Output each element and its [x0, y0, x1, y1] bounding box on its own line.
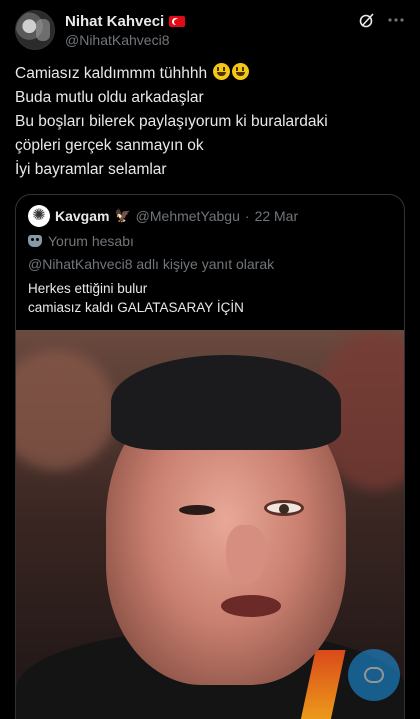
- author-handle[interactable]: @NihatKahveci8: [65, 32, 170, 48]
- quoted-separator: ·: [244, 208, 250, 224]
- quoted-label-text: Yorum hesabı: [48, 233, 134, 249]
- tweet-line-1: Camiasız kaldımmm tühhhh: [15, 65, 208, 82]
- mask-icon: [28, 235, 42, 247]
- quoted-date[interactable]: 22 Mar: [255, 208, 299, 224]
- grok-icon[interactable]: [359, 12, 375, 28]
- quoted-account-label: Yorum hesabı: [28, 233, 134, 249]
- compose-reply-button[interactable]: [348, 649, 400, 701]
- tweet-header: Nihat Kahveci @NihatKahveci8: [15, 10, 405, 54]
- photo-eye: [264, 500, 304, 516]
- quoted-reply-context[interactable]: @NihatKahveci8 adlı kişiye yanıt olarak: [28, 256, 274, 272]
- chat-bubble-icon: [364, 667, 384, 683]
- eagle-icon: 🦅: [114, 208, 131, 223]
- turkey-flag-icon: [169, 16, 186, 27]
- quoted-display-name[interactable]: Kavgam: [55, 208, 109, 224]
- quoted-text-line-1: Herkes ettiğini bulur: [28, 281, 148, 296]
- photo-background: [16, 350, 116, 470]
- photo-hair: [111, 355, 341, 450]
- tweet-line-4: çöpleri gerçek sanmayın ok: [15, 137, 204, 154]
- photo-eye: [179, 505, 215, 515]
- author-name-row[interactable]: Nihat Kahveci: [65, 13, 186, 30]
- more-options-icon[interactable]: [387, 12, 405, 28]
- quoted-handle[interactable]: @MehmetYabgu: [136, 208, 240, 224]
- grinning-face-icon: [232, 63, 250, 80]
- quoted-tweet[interactable]: Kavgam 🦅 @MehmetYabgu · 22 Mar Yorum hes…: [15, 194, 405, 719]
- photo-nose: [226, 525, 266, 585]
- author-avatar[interactable]: [15, 10, 55, 50]
- quoted-text: Herkes ettiğini bulur camiasız kaldı GAL…: [28, 279, 244, 317]
- grinning-face-icon: [213, 63, 231, 80]
- quoted-photo[interactable]: [16, 330, 404, 719]
- tweet-line-5: İyi bayramlar selamlar: [15, 161, 167, 178]
- photo-mouth: [221, 595, 281, 617]
- tweet-line-3: Bu boşları bilerek paylaşıyorum ki bural…: [15, 113, 328, 130]
- quoted-header: Kavgam 🦅 @MehmetYabgu · 22 Mar: [28, 205, 298, 227]
- author-display-name[interactable]: Nihat Kahveci: [65, 13, 164, 30]
- tweet-line-2: Buda mutlu oldu arkadaşlar: [15, 89, 204, 106]
- tweet-text: Camiasız kaldımmm tühhhh Buda mutlu oldu…: [15, 62, 405, 182]
- quoted-text-line-2: camiasız kaldı GALATASARAY İÇİN: [28, 300, 244, 315]
- quoted-avatar[interactable]: [28, 205, 50, 227]
